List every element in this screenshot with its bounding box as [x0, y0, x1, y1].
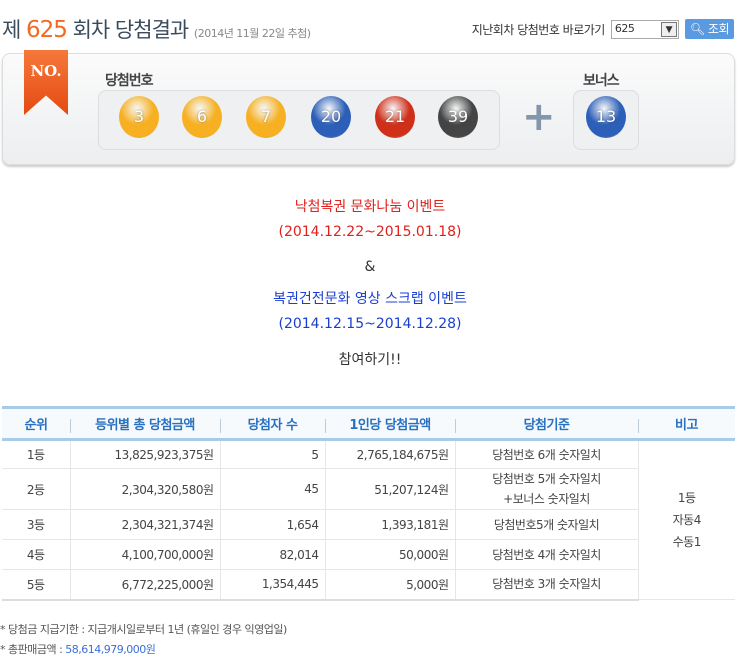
- table-row: 5등 6,772,225,000원 1,354,445 5,000원 당첨번호 …: [2, 569, 735, 601]
- winner-count: 5: [219, 439, 325, 469]
- col-winners: 당첨자 수: [220, 406, 325, 441]
- numbers-label: 당첨번호: [105, 73, 154, 89]
- chevron-down-icon: ▼: [660, 21, 677, 37]
- total-amount: 2,304,321,374원: [69, 509, 220, 540]
- search-icon: 🔍︎: [689, 22, 705, 36]
- total-amount: 4,100,700,000원: [69, 539, 220, 570]
- title-suffix: 회차 당첨결과: [72, 18, 190, 42]
- criteria-line: 당첨번호 4개 숫자일치: [492, 547, 601, 562]
- total-sales: * 총판매금액 : 58,614,979,000원: [0, 641, 156, 657]
- bonus-label: 보너스: [583, 73, 620, 89]
- col-rank: 순위: [2, 406, 70, 441]
- criteria-line: 당첨번호 3개 숫자일치: [492, 577, 601, 592]
- winner-count: 1,654: [219, 509, 325, 540]
- note-line: 수동1: [672, 535, 702, 549]
- title-prefix: 제: [2, 18, 21, 42]
- prize-table: 순위 등위별 총 당첨금액 당첨자 수 1인당 당첨금액 당첨기준 비고 1등 …: [2, 406, 735, 601]
- payment-deadline: * 당첨금 지급기한 : 지급개시일로부터 1년 (휴일인 경우 익영업일): [0, 623, 287, 636]
- event-title-2[interactable]: 복권건전문화 영상 스크랩 이벤트: [0, 288, 740, 308]
- sales-value: 58,614,979,000원: [65, 643, 156, 656]
- table-row: 4등 4,100,700,000원 82,014 50,000원 당첨번호 4개…: [2, 539, 735, 570]
- lotto-ball: 39: [438, 96, 478, 138]
- per-winner-amount: 2,765,184,675원: [324, 439, 455, 469]
- plus-icon: +: [522, 94, 556, 140]
- col-criteria: 당첨기준: [455, 406, 638, 441]
- sales-label: * 총판매금액 :: [0, 643, 66, 656]
- table-row: 3등 2,304,321,374원 1,654 1,393,181원 당첨번호5…: [2, 509, 735, 540]
- round-select[interactable]: 625 ▼: [610, 19, 679, 39]
- rank: 3등: [2, 509, 70, 540]
- search-button[interactable]: 🔍︎ 조회: [684, 19, 734, 39]
- lotto-ball: 3: [119, 96, 159, 138]
- rank: 2등: [2, 468, 70, 510]
- criteria: 당첨번호 3개 숫자일치: [454, 569, 638, 601]
- event-period-2: (2014.12.15~2014.12.28): [278, 316, 462, 332]
- draw-date: (2014년 11월 22일 추첨): [193, 27, 311, 40]
- total-amount: 2,304,320,580원: [69, 468, 220, 510]
- lotto-ball: 21: [375, 96, 415, 138]
- per-winner-amount: 51,207,124원: [324, 468, 455, 510]
- winner-count: 45: [219, 468, 325, 510]
- rank: 1등: [2, 439, 70, 469]
- search-button-label: 조회: [707, 22, 730, 36]
- round-number: 625: [26, 17, 68, 43]
- criteria-line: 당첨번호5개 숫자일치: [493, 517, 600, 532]
- col-total: 등위별 총 당첨금액: [70, 406, 220, 441]
- lotto-ball: 20: [311, 96, 351, 138]
- per-winner-amount: 1,393,181원: [324, 509, 455, 540]
- per-winner-amount: 50,000원: [324, 539, 455, 570]
- criteria-line: 당첨번호 5개 숫자일치: [492, 472, 601, 486]
- col-per: 1인당 당첨금액: [325, 406, 455, 441]
- rank: 4등: [2, 539, 70, 570]
- event-title-1[interactable]: 낙첨복권 문화나눔 이벤트: [0, 196, 740, 216]
- winner-count: 1,354,445: [219, 569, 325, 601]
- criteria-line-2: +보너스 숫자일치: [503, 492, 590, 506]
- criteria: 당첨번호 6개 숫자일치: [454, 439, 638, 469]
- criteria: 당첨번호 4개 숫자일치: [454, 539, 638, 570]
- round-navigator: 지난회차 당첨번호 바로가기 625 ▼ 🔍︎ 조회: [472, 19, 734, 39]
- table-row: 2등 2,304,320,580원 45 51,207,124원 당첨번호 5개…: [2, 468, 735, 510]
- event-ampersand: &: [364, 259, 376, 275]
- rank: 5등: [2, 569, 70, 601]
- lotto-ball: 13: [586, 96, 626, 138]
- criteria: 당첨번호5개 숫자일치: [454, 509, 638, 540]
- note-line: 자동4: [672, 513, 702, 527]
- event-period-1: (2014.12.22~2015.01.18): [278, 224, 462, 240]
- note-line: 1등: [677, 491, 696, 505]
- criteria-line: 당첨번호 6개 숫자일치: [492, 447, 601, 462]
- lotto-ball: 7: [246, 96, 286, 138]
- round-select-value: 625: [614, 21, 635, 35]
- criteria: 당첨번호 5개 숫자일치 +보너스 숫자일치: [454, 468, 638, 510]
- note-cell: 1등자동4 수동1: [637, 439, 735, 600]
- page-title: 제 625 회차 당첨결과 (2014년 11월 22일 추첨): [2, 14, 311, 44]
- total-amount: 13,825,923,375원: [69, 439, 220, 469]
- winner-count: 82,014: [219, 539, 325, 570]
- per-winner-amount: 5,000원: [324, 569, 455, 601]
- participate-link[interactable]: 참여하기!!: [0, 349, 740, 369]
- badge-text: NO.: [30, 62, 62, 80]
- table-row: 1등 13,825,923,375원 5 2,765,184,675원 당첨번호…: [2, 439, 735, 600]
- nav-label: 지난회차 당첨번호 바로가기: [471, 22, 606, 37]
- total-amount: 6,772,225,000원: [69, 569, 220, 601]
- lotto-ball: 6: [182, 96, 222, 138]
- col-note: 비고: [638, 406, 735, 441]
